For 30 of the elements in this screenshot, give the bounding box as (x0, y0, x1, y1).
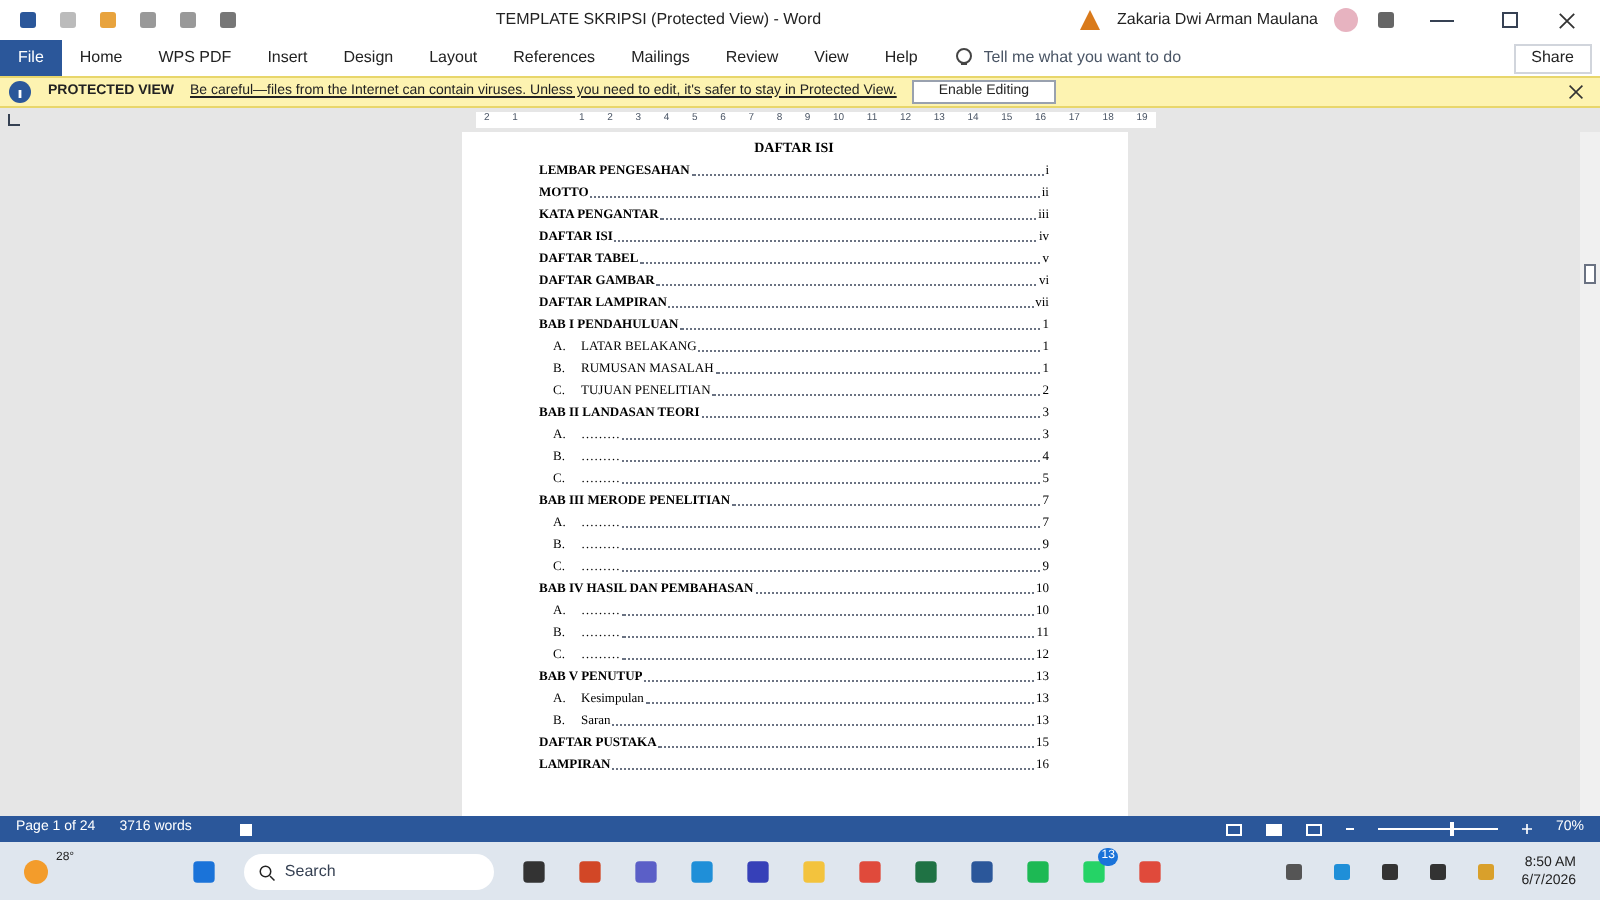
print-layout-icon[interactable] (1265, 823, 1282, 835)
ribbon-tab[interactable]: Design (325, 40, 412, 76)
share-button[interactable]: Share (1513, 43, 1592, 73)
zoom-in-icon[interactable] (1521, 824, 1532, 834)
shield-icon (8, 80, 32, 104)
ribbon-tab[interactable]: References (495, 40, 614, 76)
ribbon-tab[interactable]: View (796, 40, 867, 76)
scrollbar[interactable] (1580, 132, 1600, 816)
tell-me-field[interactable]: Tell me what you want to do (983, 46, 1264, 70)
tab-stop-icon[interactable] (8, 114, 20, 126)
ribbon-tab[interactable]: Layout (411, 40, 496, 76)
ribbon-tab[interactable]: Home (61, 40, 141, 76)
web-layout-icon[interactable] (1305, 823, 1322, 835)
lightbulb-icon (951, 46, 976, 70)
ribbon-tab[interactable]: Review (707, 40, 797, 76)
warning-icon (1077, 8, 1102, 32)
search-icon (258, 863, 277, 881)
restore-icon[interactable] (1502, 12, 1518, 28)
read-mode-icon[interactable] (1225, 823, 1242, 835)
window-title: TEMPLATE SKRIPSI (Protected View) - Word (493, 8, 824, 32)
ribbon-tab[interactable]: WPS PDF (140, 40, 250, 76)
close-icon[interactable] (1568, 84, 1584, 100)
search-field[interactable]: Search (244, 853, 495, 889)
ribbon-tab[interactable]: Insert (249, 40, 326, 76)
user-name: Zakaria Dwi Arman Maulana (1117, 8, 1318, 32)
ribbon-tab[interactable]: File (0, 40, 62, 76)
ribbon-tab[interactable]: Help (866, 40, 936, 76)
ribbon-tab[interactable]: Mailings (613, 40, 708, 76)
minimize-icon[interactable] (1430, 19, 1454, 21)
close-icon[interactable] (1558, 11, 1576, 29)
